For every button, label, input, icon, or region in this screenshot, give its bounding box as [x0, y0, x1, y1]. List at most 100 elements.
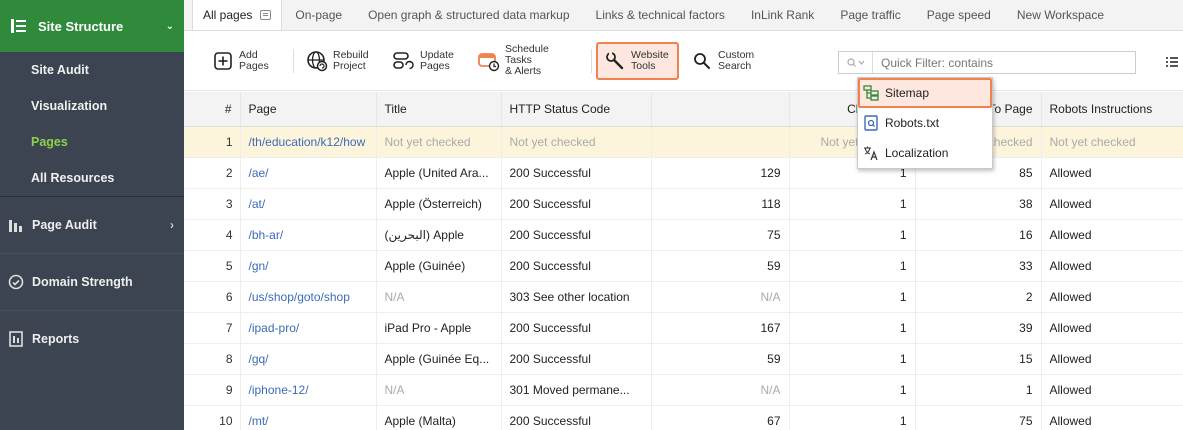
quick-filter [838, 51, 1136, 74]
tab-label: Page traffic [840, 7, 901, 22]
row-number: 8 [184, 343, 241, 375]
row-number: 3 [184, 188, 241, 220]
table-row[interactable]: 6/us/shop/goto/shop N/A 303 See other loca… [184, 281, 1183, 313]
cell-links-to-page: 39 [915, 312, 1042, 344]
cell-title: Apple (United Ara... [376, 157, 502, 189]
quick-filter-input[interactable] [873, 55, 1123, 70]
update-pages-button[interactable]: Update Pages [385, 42, 466, 80]
table-row[interactable]: 10/mt/Apple (Malta) 200 Successful 67 1 75 Al… [184, 405, 1183, 430]
col-header-num[interactable]: # [184, 92, 241, 127]
workspace-tabs: All pages On-page Open graph & structured … [184, 0, 1183, 31]
tab-new-workspace[interactable]: New Workspace [1004, 0, 1117, 30]
tab-all-pages[interactable]: All pages [192, 0, 283, 30]
table-row[interactable]: 7/ipad-pro/iPad Pro - Apple 200 Successfu… [184, 312, 1183, 344]
col-header-robots[interactable]: Robots Instructions [1041, 92, 1183, 127]
col-header-page[interactable]: Page [240, 92, 377, 127]
schedule-label-2: & Alerts [505, 65, 542, 77]
cell-status: 200 Successful [501, 157, 652, 189]
sidebar-site-structure[interactable]: Site Structure ⌄ [0, 0, 184, 52]
tab-label: Open graph & structured data markup [368, 7, 570, 22]
cell-hidden: 59 [651, 343, 790, 375]
sidebar-section-label: Domain Strength [32, 275, 133, 289]
custom-search-button[interactable]: Custom Search [683, 42, 776, 80]
cell-page[interactable]: /iphone-12/ [240, 374, 377, 406]
dropdown-item-label: Sitemap [885, 86, 930, 100]
dropdown-item-label: Localization [885, 146, 949, 160]
table-row[interactable]: 8/gq/Apple (Guinée Eq... 200 Successful 59… [184, 343, 1183, 375]
cell-links-to-page: 75 [915, 405, 1042, 430]
website-tools-label-2: Tools [631, 59, 656, 72]
cell-robots: Allowed [1041, 374, 1183, 406]
dropdown-item-localization[interactable]: Localization [858, 138, 992, 168]
sidebar-item-all-resources[interactable]: All Resources [0, 160, 184, 196]
cell-page[interactable]: /gn/ [240, 250, 377, 282]
cell-page[interactable]: /th/education/k12/how [240, 126, 377, 158]
schedule-tasks-button[interactable]: Schedule Tasks & Alerts [470, 42, 583, 80]
tab-open-graph-structured-data-markup[interactable]: Open graph & structured data markup [355, 0, 582, 30]
table-row[interactable]: 1/th/education/k12/how Not yet checked Not… [184, 126, 1183, 158]
cell-click-depth: 1 [789, 281, 916, 313]
cell-click-depth: 1 [789, 374, 916, 406]
tab-page-traffic[interactable]: Page traffic [827, 0, 913, 30]
dropdown-item-robots[interactable]: Robots.txt [858, 108, 992, 138]
add-pages-button[interactable]: Add Pages [204, 42, 285, 80]
cell-page[interactable]: /us/shop/goto/shop [240, 281, 377, 313]
cell-links-to-page: 16 [915, 219, 1042, 251]
chevron-right-icon: › [170, 218, 174, 232]
list-view-icon[interactable] [1166, 56, 1178, 68]
sidebar-section-page-audit[interactable]: Page Audit › [0, 196, 184, 253]
chevron-down-icon: ⌄ [165, 20, 174, 32]
table-row[interactable]: 2/ae/Apple (United Ara... 200 Successful 1… [184, 157, 1183, 189]
dropdown-item-sitemap[interactable]: Sitemap [858, 78, 992, 108]
cell-page[interactable]: /ae/ [240, 157, 377, 189]
cell-robots: Allowed [1041, 157, 1183, 189]
tab-page-speed[interactable]: Page speed [914, 0, 1004, 30]
tab-menu-icon[interactable] [260, 10, 272, 20]
cell-status: 200 Successful [501, 250, 652, 282]
cell-robots: Not yet checked [1041, 126, 1183, 158]
search-icon [691, 50, 713, 72]
table-row[interactable]: 4/bh-ar/(البحرين) Apple 200 Successful 75 1… [184, 219, 1183, 251]
sidebar-item-pages[interactable]: Pages [0, 124, 184, 160]
page-audit-icon [8, 217, 24, 233]
cell-status: 200 Successful [501, 188, 652, 220]
globe-refresh-icon [306, 50, 328, 72]
cell-click-depth: 1 [789, 312, 916, 344]
filter-search-icon[interactable] [839, 52, 873, 73]
schedule-label-1: Schedule Tasks [505, 43, 549, 66]
row-number: 1 [184, 126, 241, 158]
cell-page[interactable]: /at/ [240, 188, 377, 220]
sidebar-item-visualization[interactable]: Visualization [0, 88, 184, 124]
cell-title: N/A [376, 374, 502, 406]
sidebar-item-site-audit[interactable]: Site Audit [0, 52, 184, 88]
tab-on-page[interactable]: On-page [282, 0, 355, 30]
toolbar: Add Pages Rebuild Project Update Pages Sche… [184, 31, 1183, 91]
schedule-icon [478, 50, 500, 72]
cell-page[interactable]: /ipad-pro/ [240, 312, 377, 344]
cell-hidden [651, 126, 790, 158]
rebuild-project-button[interactable]: Rebuild Project [298, 42, 381, 80]
cell-title: (البحرين) Apple [376, 219, 502, 251]
col-header-title[interactable]: Title [376, 92, 502, 127]
table-row[interactable]: 3/at/Apple (Österreich) 200 Successful 118… [184, 188, 1183, 220]
dropdown-item-label: Robots.txt [885, 116, 940, 130]
table-row[interactable]: 5/gn/Apple (Guinée) 200 Successful 59 1 33 Al… [184, 250, 1183, 282]
cell-page[interactable]: /mt/ [240, 405, 377, 430]
cell-links-to-page: 15 [915, 343, 1042, 375]
sidebar-section-reports[interactable]: Reports [0, 310, 184, 367]
col-header-status[interactable]: HTTP Status Code [501, 92, 652, 127]
tab-links-technical-factors[interactable]: Links & technical factors [583, 0, 738, 30]
tab-inlink-rank[interactable]: InLink Rank [738, 0, 827, 30]
cell-page[interactable]: /gq/ [240, 343, 377, 375]
update-icon [393, 50, 415, 72]
sidebar-section-domain-strength[interactable]: Domain Strength [0, 253, 184, 310]
sidebar: Site Structure ⌄ Site Audit Visualization… [0, 0, 184, 430]
cell-links-to-page: 33 [915, 250, 1042, 282]
cell-page[interactable]: /bh-ar/ [240, 219, 377, 251]
cell-robots: Allowed [1041, 219, 1183, 251]
website-tools-button[interactable]: Website Tools [596, 41, 679, 80]
table-row[interactable]: 9/iphone-12/N/A 301 Moved permane... N/A 1 1… [184, 374, 1183, 406]
custom-search-label-2: Search [718, 59, 752, 72]
tab-label: New Workspace [1016, 7, 1104, 22]
col-header-hidden[interactable] [651, 92, 790, 127]
